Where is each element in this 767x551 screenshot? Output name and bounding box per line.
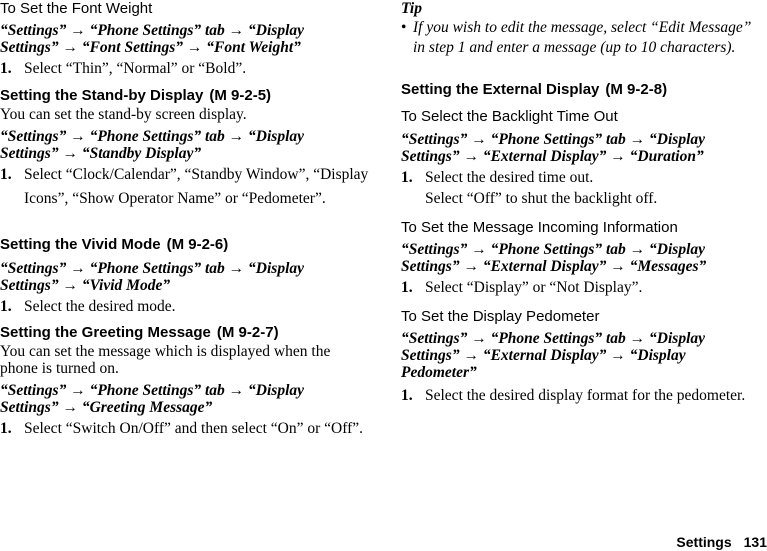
step-number: 1. [401,279,413,296]
page-footer: Settings 131 [676,534,767,550]
tip-item: • If you wish to edit the message, selec… [401,18,756,58]
pedometer-menu-path: “Settings” → “Phone Settings” tab → “Dis… [401,330,706,381]
pedometer-section: To Set the Display Pedometer “Settings” … [401,308,767,408]
message-info-menu-path: “Settings” → “Phone Settings” tab → “Dis… [401,241,707,275]
backlight-menu-path: “Settings” → “Phone Settings” tab → “Dis… [401,131,706,165]
greeting-step: 1. Select “Switch On/Off” and then selec… [0,417,380,441]
vivid-section: Setting the Vivid Mode (M 9-2-6) “Setting… [0,236,380,319]
footer-section-name: Settings [676,534,732,550]
step-text: Select the desired time out. [425,169,594,186]
step-number: 1. [401,169,413,186]
vivid-step: 1. Select the desired mode. [0,295,380,319]
step-text: Select “Switch On/Off” and then select “… [24,420,364,437]
step-number: 1. [0,166,12,183]
vivid-heading: Setting the Vivid Mode (M 9-2-6) [0,236,380,253]
standby-menu-ref: (M 9-2-5) [209,87,272,104]
external-section: Setting the External Display (M 9-2-8) [401,81,767,98]
message-info-section: To Set the Message Incoming Information … [401,219,767,300]
greeting-menu-ref: (M 9-2-7) [216,324,279,341]
vivid-menu-ref: (M 9-2-6) [166,236,229,253]
backlight-section: To Select the Backlight Time Out “Settin… [401,108,767,207]
vivid-menu-path: “Settings” → “Phone Settings” tab → “Dis… [0,260,305,294]
external-menu-ref: (M 9-2-8) [605,81,668,98]
standby-menu-path: “Settings” → “Phone Settings” tab → “Dis… [0,128,305,162]
step-text: Select the desired mode. [24,298,176,315]
greeting-heading: Setting the Greeting Message (M 9-2-7) [0,324,380,341]
step-number: 1. [0,60,12,77]
step-number: 1. [0,420,12,437]
pedometer-step: 1. Select the desired display format for… [401,384,767,408]
message-info-subtitle: To Set the Message Incoming Information [401,219,678,236]
standby-description: You can set the stand-by screen display. [0,106,247,123]
step-text: Select “Display” or “Not Display”. [425,279,643,296]
font-weight-section: To Set the Font Weight “Settings” → “Pho… [0,0,380,81]
backlight-step: 1. Select the desired time out. [401,166,767,190]
font-weight-step: 1. Select “Thin”, “Normal” or “Bold”. [0,57,380,81]
page-number: 131 [743,534,767,550]
backlight-subtitle: To Select the Backlight Time Out [401,108,618,125]
font-weight-menu-path: “Settings” → “Phone Settings” tab → “Dis… [0,22,305,56]
font-weight-subtitle: To Set the Font Weight [0,0,153,17]
step-text: Select the desired display format for th… [425,387,746,404]
greeting-description: You can set the message which is display… [0,343,331,377]
tip-box: Tip • If you wish to edit the message, s… [401,0,767,58]
step-number: 1. [0,298,12,315]
step-text: Select “Thin”, “Normal” or “Bold”. [24,60,247,77]
bullet-icon: • [401,19,407,36]
standby-title: Setting the Stand-by Display [0,87,204,104]
message-info-step: 1. Select “Display” or “Not Display”. [401,276,767,300]
external-title: Setting the External Display [401,81,600,98]
pedometer-subtitle: To Set the Display Pedometer [401,308,600,325]
vivid-title: Setting the Vivid Mode [0,236,161,253]
tip-title: Tip [401,0,422,17]
external-heading: Setting the External Display (M 9-2-8) [401,81,767,98]
greeting-title: Setting the Greeting Message [0,324,211,341]
step-number: 1. [401,387,413,404]
standby-heading: Setting the Stand-by Display (M 9-2-5) [0,87,380,104]
step-text: Select “Clock/Calendar”, “Standby Window… [24,166,369,207]
backlight-note: Select “Off” to shut the backlight off. [425,190,658,207]
greeting-section: Setting the Greeting Message (M 9-2-7) Yo… [0,324,380,441]
greeting-menu-path: “Settings” → “Phone Settings” tab → “Dis… [0,382,305,416]
tip-text: If you wish to edit the message, select … [413,19,752,56]
standby-step: 1. Select “Clock/Calendar”, “Standby Win… [0,163,380,211]
standby-section: Setting the Stand-by Display (M 9-2-5) Yo… [0,87,380,211]
